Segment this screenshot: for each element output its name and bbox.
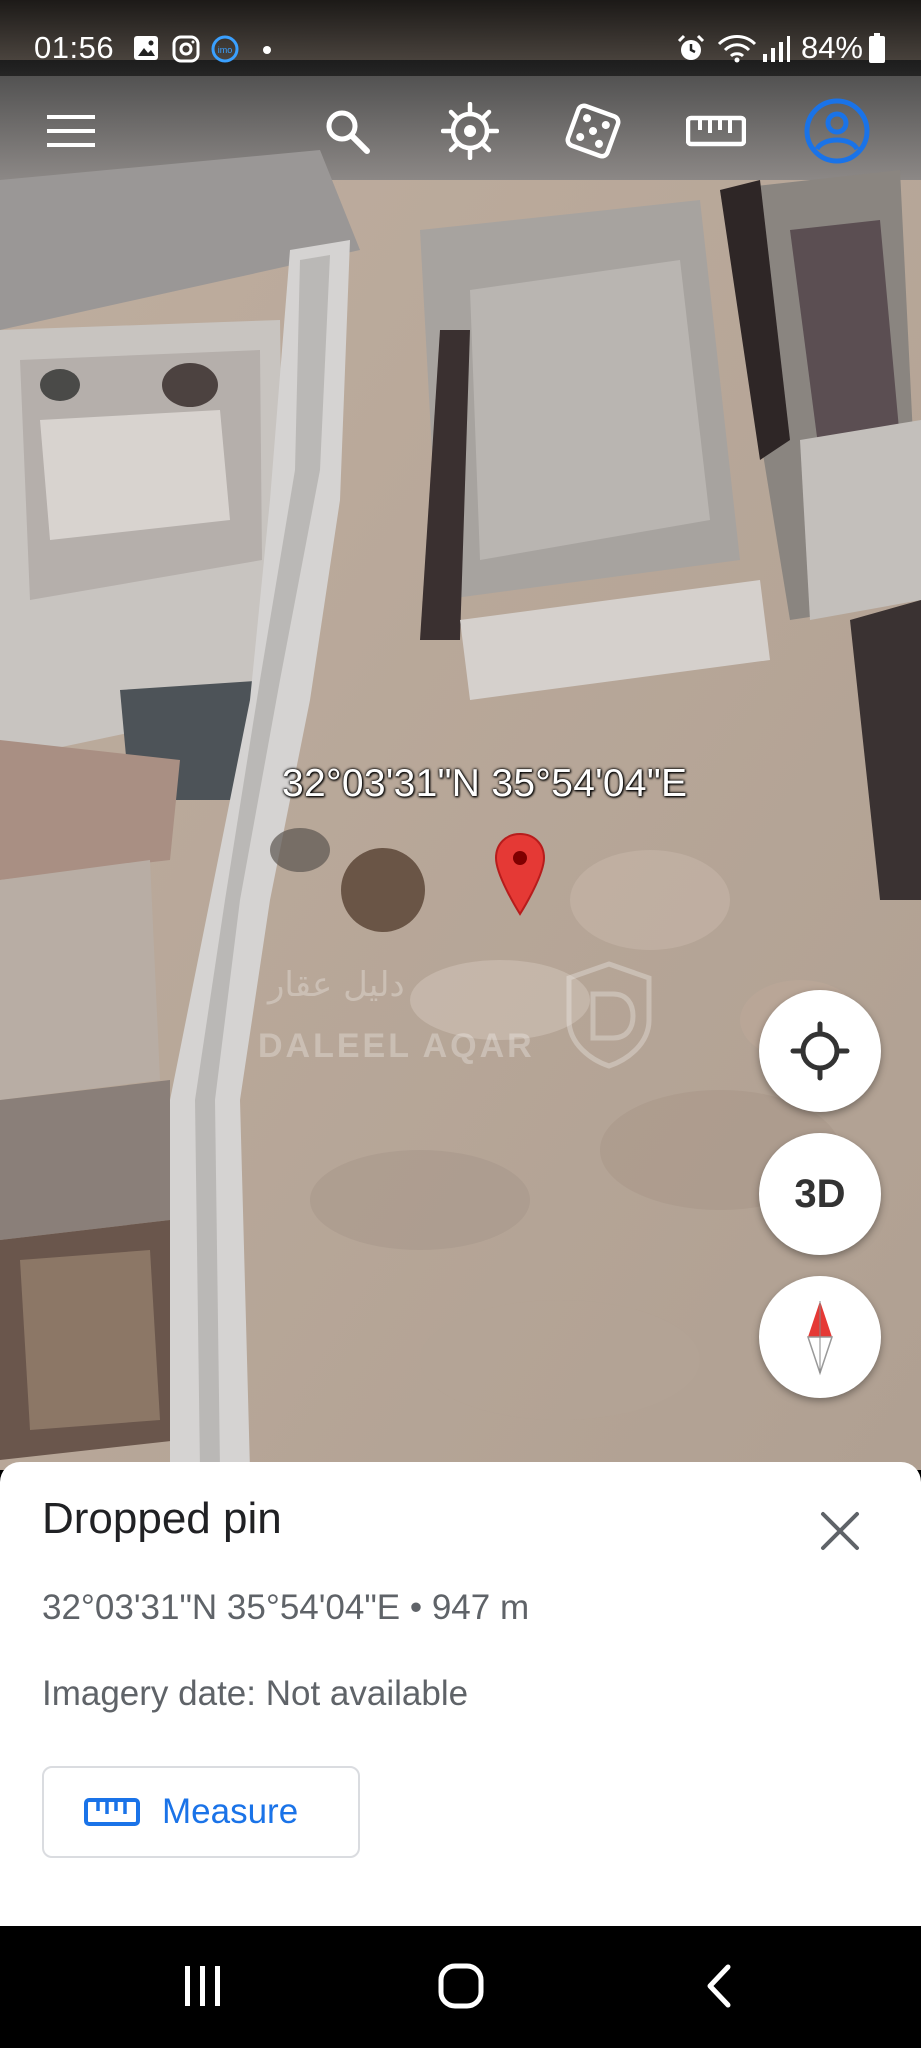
watermark: دليل عقار DALEEL AQAR xyxy=(258,961,668,1085)
notification-icons: imo xyxy=(132,34,282,64)
account-icon xyxy=(804,98,870,164)
gallery-icon xyxy=(134,36,158,60)
satellite-map[interactable]: 32°03'31"N 35°54'04"E دليل عقار DALEEL A… xyxy=(0,0,921,1470)
system-navigation-bar xyxy=(0,1926,921,2048)
status-bar: 01:56 imo 84% xyxy=(0,0,921,76)
toggle-3d-label: 3D xyxy=(794,1171,846,1216)
location-pin-icon[interactable] xyxy=(494,832,546,916)
recent-apps-icon xyxy=(185,1966,220,2006)
battery-icon xyxy=(869,33,885,63)
search-icon xyxy=(326,110,370,154)
ruler-icon xyxy=(84,1798,140,1826)
measure-label: Measure xyxy=(162,1792,299,1831)
sheet-coordinates: 32°03'31"N 35°54'04"E • 947 m xyxy=(42,1588,530,1627)
home-icon xyxy=(438,1963,484,2009)
back-button[interactable] xyxy=(684,1956,754,2016)
watermark-english: DALEEL AQAR xyxy=(258,1027,535,1065)
satellite-imagery xyxy=(0,0,921,1470)
sheet-title: Dropped pin xyxy=(42,1494,282,1543)
close-icon[interactable] xyxy=(817,1508,863,1554)
imagery-date: Imagery date: Not available xyxy=(42,1674,469,1713)
pin-coordinates-label: 32°03'31"N 35°54'04"E xyxy=(282,762,688,805)
crosshair-location-icon xyxy=(790,1021,850,1081)
account-button[interactable] xyxy=(802,96,872,166)
imo-icon: imo xyxy=(211,35,239,63)
ruler-icon xyxy=(686,115,746,147)
menu-button[interactable] xyxy=(36,96,106,166)
voyager-button[interactable] xyxy=(435,96,505,166)
dot-icon xyxy=(263,46,271,54)
signal-icon xyxy=(762,36,790,62)
instagram-icon xyxy=(172,35,200,63)
toggle-3d-button[interactable]: 3D xyxy=(759,1133,881,1255)
feeling-lucky-button[interactable] xyxy=(558,96,628,166)
back-icon xyxy=(707,1964,731,2008)
my-location-button[interactable] xyxy=(759,990,881,1112)
menu-icon xyxy=(47,115,95,147)
watermark-arabic: دليل عقار xyxy=(268,965,405,1005)
dropped-pin-sheet: Dropped pin 32°03'31"N 35°54'04"E • 947 … xyxy=(0,1462,921,1926)
battery-percent: 84% xyxy=(800,30,863,65)
svg-text:imo: imo xyxy=(218,45,233,55)
top-toolbar xyxy=(0,76,921,216)
home-button[interactable] xyxy=(426,1956,496,2016)
system-status: 84% xyxy=(675,30,885,66)
feeling-lucky-dice-icon xyxy=(565,103,621,159)
wifi-icon xyxy=(717,35,757,63)
recent-apps-button[interactable] xyxy=(168,1956,238,2016)
status-time: 01:56 xyxy=(34,30,115,65)
measure-tool-button[interactable] xyxy=(681,96,751,166)
compass-button[interactable] xyxy=(759,1276,881,1398)
search-button[interactable] xyxy=(312,96,382,166)
compass-icon xyxy=(806,1301,834,1376)
alarm-icon xyxy=(677,34,705,60)
watermark-logo-icon xyxy=(566,961,652,1069)
voyager-icon xyxy=(441,102,499,160)
measure-button[interactable]: Measure xyxy=(42,1766,360,1858)
